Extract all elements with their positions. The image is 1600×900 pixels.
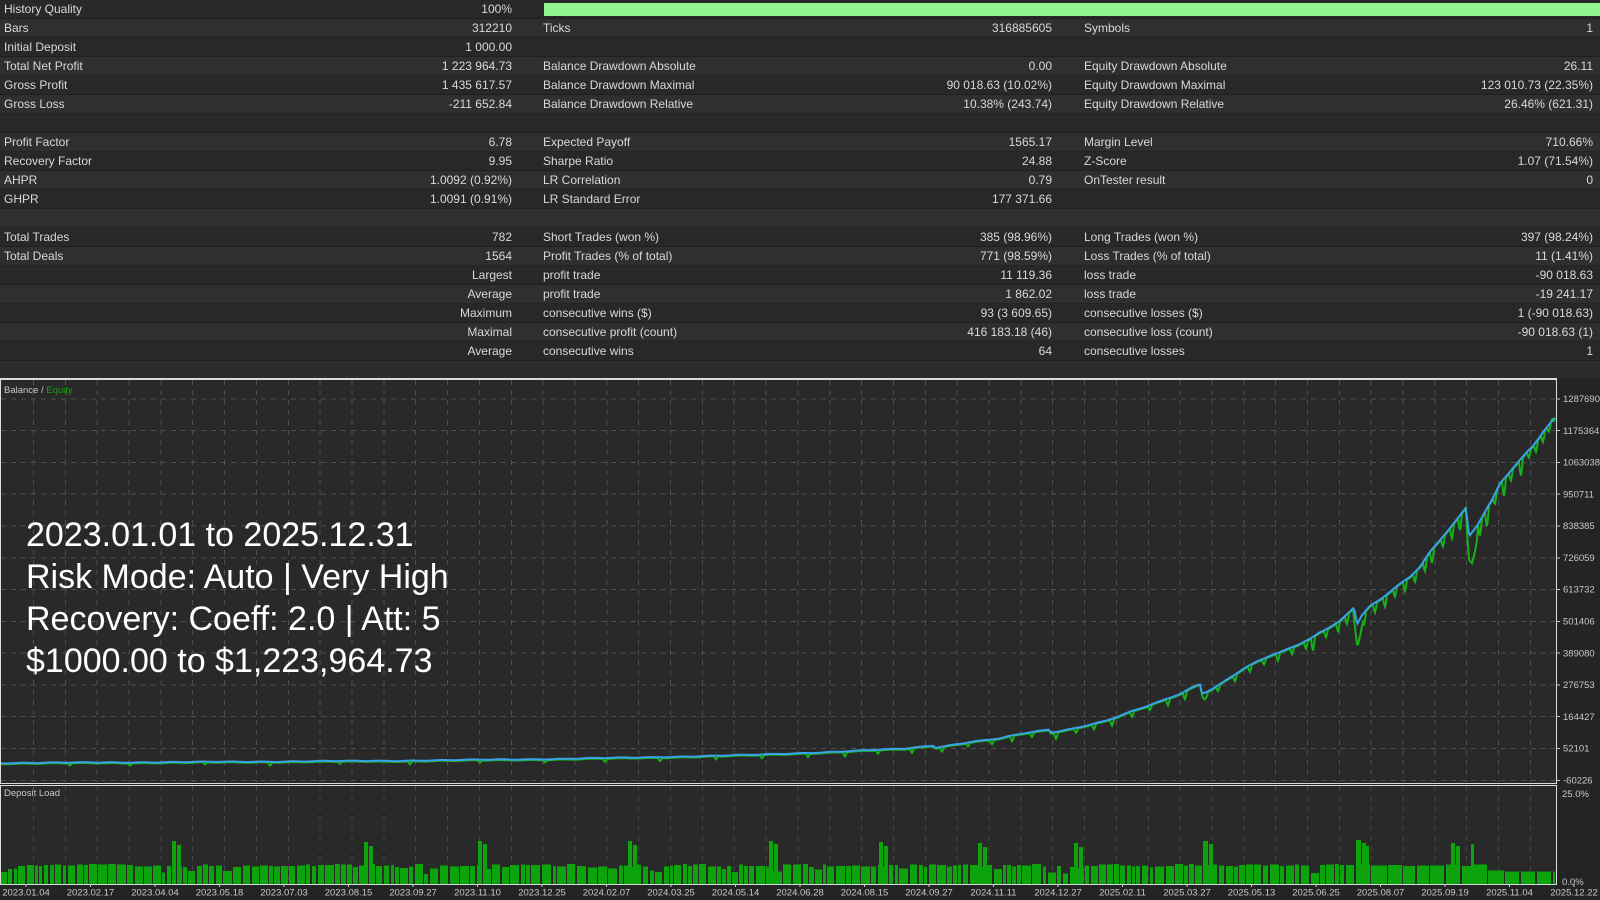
svg-text:Deposit Load: Deposit Load — [4, 788, 60, 799]
svg-text:1287690: 1287690 — [1563, 394, 1600, 405]
svg-text:2024.03.25: 2024.03.25 — [647, 888, 695, 899]
svg-text:2025.08.07: 2025.08.07 — [1357, 888, 1405, 899]
svg-text:2023.04.04: 2023.04.04 — [131, 888, 179, 899]
svg-text:2023.12.25: 2023.12.25 — [518, 888, 566, 899]
svg-text:-60226: -60226 — [1563, 776, 1593, 787]
svg-text:52101: 52101 — [1563, 744, 1589, 755]
svg-text:2023.08.15: 2023.08.15 — [325, 888, 373, 899]
svg-text:2024.11.11: 2024.11.11 — [970, 888, 1016, 899]
svg-text:2024.09.27: 2024.09.27 — [905, 888, 953, 899]
svg-text:2025.11.04: 2025.11.04 — [1486, 888, 1533, 899]
svg-text:276753: 276753 — [1563, 680, 1595, 691]
svg-text:389080: 389080 — [1563, 648, 1595, 659]
svg-text:2024.08.15: 2024.08.15 — [841, 888, 889, 899]
svg-text:613732: 613732 — [1563, 585, 1595, 596]
svg-text:2025.12.22: 2025.12.22 — [1550, 888, 1598, 899]
svg-text:0.0%: 0.0% — [1562, 877, 1584, 888]
svg-text:2024.05.14: 2024.05.14 — [712, 888, 760, 899]
svg-text:2024.02.07: 2024.02.07 — [583, 888, 631, 899]
svg-text:2025.02.11: 2025.02.11 — [1099, 888, 1146, 899]
svg-text:1175364: 1175364 — [1563, 426, 1599, 437]
svg-text:2025.05.13: 2025.05.13 — [1228, 888, 1276, 899]
svg-text:2025.03.27: 2025.03.27 — [1163, 888, 1211, 899]
svg-text:2023.09.27: 2023.09.27 — [389, 888, 437, 899]
svg-text:2024.06.28: 2024.06.28 — [776, 888, 824, 899]
svg-text:2023.05.18: 2023.05.18 — [196, 888, 244, 899]
svg-text:838385: 838385 — [1563, 521, 1595, 532]
svg-text:164427: 164427 — [1563, 712, 1595, 723]
svg-text:1063038: 1063038 — [1563, 458, 1600, 469]
svg-text:25.0%: 25.0% — [1562, 789, 1589, 800]
svg-text:2023.02.17: 2023.02.17 — [67, 888, 115, 899]
svg-text:501406: 501406 — [1563, 617, 1595, 628]
svg-text:2023.07.03: 2023.07.03 — [260, 888, 308, 899]
svg-text:Balance / Equity: Balance / Equity — [4, 385, 73, 396]
svg-text:950711: 950711 — [1563, 489, 1594, 500]
svg-text:2025.06.25: 2025.06.25 — [1292, 888, 1340, 899]
svg-text:2025.09.19: 2025.09.19 — [1421, 888, 1469, 899]
svg-text:2023.01.04: 2023.01.04 — [2, 888, 50, 899]
svg-text:726059: 726059 — [1563, 553, 1595, 564]
svg-text:2024.12.27: 2024.12.27 — [1034, 888, 1082, 899]
svg-text:2023.11.10: 2023.11.10 — [454, 888, 501, 899]
